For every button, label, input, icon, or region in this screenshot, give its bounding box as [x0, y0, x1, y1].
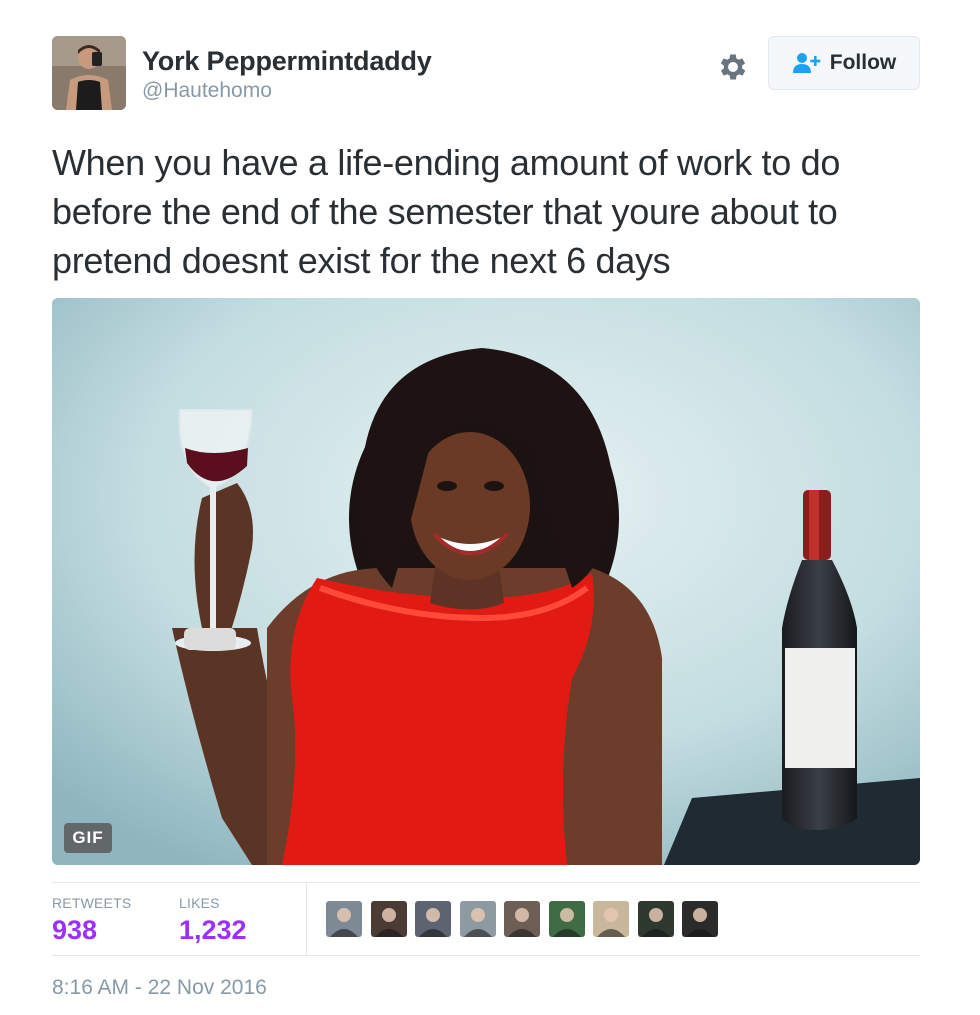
- follow-label: Follow: [829, 51, 897, 74]
- author-handle[interactable]: @Hautehomo: [142, 78, 432, 104]
- gif-badge: GIF: [64, 823, 112, 853]
- retweets-stat[interactable]: RETWEETS 938: [52, 895, 131, 945]
- liker-avatar-4[interactable]: [459, 901, 496, 937]
- liker-avatars: [326, 901, 727, 937]
- stats-divider: [306, 883, 307, 955]
- author-names: York Peppermintdaddy @Hautehomo: [142, 46, 432, 104]
- retweets-count: 938: [52, 915, 98, 945]
- tweet-timestamp[interactable]: 8:16 AM - 22 Nov 2016: [52, 976, 267, 1000]
- liker-avatar-6[interactable]: [548, 901, 585, 937]
- liker-avatar-3[interactable]: [415, 901, 451, 937]
- tweet-text: When you have a life-ending amount of wo…: [52, 142, 841, 281]
- liker-avatar-1[interactable]: [326, 901, 362, 937]
- follow-button[interactable]: Follow: [768, 36, 920, 90]
- likes-stat[interactable]: LIKES 1,232: [179, 895, 247, 945]
- author-avatar[interactable]: [52, 36, 126, 110]
- author-display-name[interactable]: York Peppermintdaddy: [142, 46, 432, 76]
- retweets-label: RETWEETS: [52, 895, 132, 911]
- tweet-gif-media[interactable]: GIF: [52, 298, 920, 865]
- gif-frame-image: [52, 298, 920, 865]
- tweet-header: York Peppermintdaddy @Hautehomo Follow: [52, 36, 920, 112]
- liker-avatar-8[interactable]: [637, 901, 674, 937]
- liker-avatar-2[interactable]: [370, 901, 407, 937]
- likes-label: LIKES: [179, 895, 220, 911]
- liker-avatar-7[interactable]: [593, 901, 629, 937]
- gear-icon[interactable]: [716, 50, 750, 84]
- tweet-stats: RETWEETS 938 LIKES 1,232: [52, 882, 920, 956]
- likes-count: 1,232: [179, 915, 247, 945]
- liker-avatar-9[interactable]: [682, 901, 718, 937]
- liker-avatar-5[interactable]: [504, 901, 540, 937]
- add-user-icon: [792, 53, 821, 73]
